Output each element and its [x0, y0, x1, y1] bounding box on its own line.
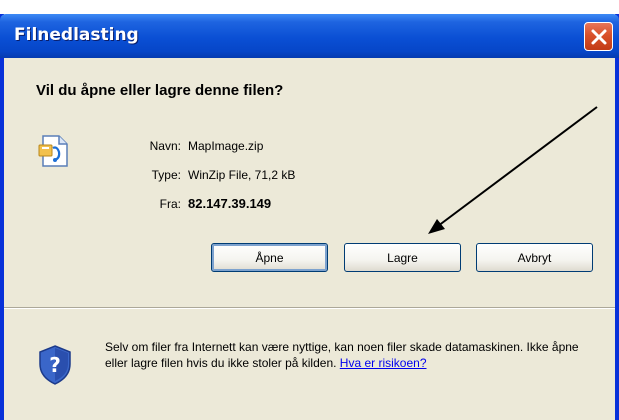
annotation-arrow: [428, 106, 598, 234]
